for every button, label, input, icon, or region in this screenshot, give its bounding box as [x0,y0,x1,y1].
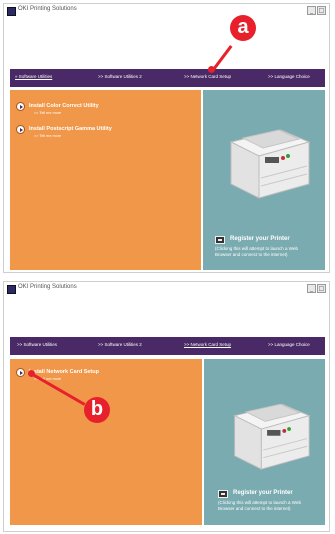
window-controls: _ □ [307,6,326,15]
window-controls: _ □ [307,284,326,293]
register-note: (Clicking this will attempt to launch a … [218,500,301,511]
screenshot-bottom: OKI Printing Solutions _ □ >> Software U… [3,281,330,532]
nav-network-card-setup[interactable]: >> Network Card Setup [184,74,231,79]
right-panel: Register your Printer (Clicking this wil… [203,90,325,270]
maximize-button[interactable]: □ [317,284,326,293]
callout-b: b [84,397,110,423]
printer-image [233,403,311,470]
arrow-bullet-icon [16,368,25,377]
nav-bar: » Software Utilities >> Software Utiliti… [10,69,325,87]
nav-network-card-setup[interactable]: >> Network Card Setup [184,342,231,347]
nav-software-utilities-2[interactable]: >> Software Utilities 2 [98,74,142,79]
left-panel: Install Network Card Setup >> Tell me mo… [10,359,202,525]
register-icon [215,236,225,244]
register-note: (Clicking this will attempt to launch a … [215,246,298,257]
screenshot-top: OKI Printing Solutions _ □ » Software Ut… [3,3,330,273]
maximize-button[interactable]: □ [317,6,326,15]
left-panel: Install Color Correct Utility >> Tell me… [10,90,201,270]
arrow-bullet-icon [16,102,25,111]
nav-language-choice[interactable]: >> Language Choice [268,74,310,79]
register-title[interactable]: Register your Printer [233,490,293,496]
window-title: OKI Printing Solutions [18,284,77,290]
nav-software-utilities[interactable]: » Software Utilities [15,74,52,79]
callout-a-dot [208,66,215,73]
item-label[interactable]: Install Network Card Setup [29,369,99,375]
app-icon [7,7,16,16]
item-label[interactable]: Install Postscript Gamma Utility [29,126,112,132]
minimize-button[interactable]: _ [307,284,316,293]
window-title: OKI Printing Solutions [18,6,77,12]
printer-image [229,129,311,199]
tell-me-more-link[interactable]: >> Tell me more [34,111,61,115]
register-title[interactable]: Register your Printer [230,236,290,242]
callout-a: a [230,15,256,41]
minimize-button[interactable]: _ [307,6,316,15]
right-panel: Register your Printer (Clicking this wil… [204,359,325,525]
nav-bar: >> Software Utilities >> Software Utilit… [10,337,325,355]
register-icon [218,490,228,498]
title-bar: OKI Printing Solutions _ □ [4,282,329,296]
nav-software-utilities-2[interactable]: >> Software Utilities 2 [98,342,142,347]
app-icon [7,285,16,294]
tell-me-more-link[interactable]: >> Tell me more [34,134,61,138]
arrow-bullet-icon [16,125,25,134]
item-label[interactable]: Install Color Correct Utility [29,103,99,109]
title-bar: OKI Printing Solutions _ □ [4,4,329,18]
nav-software-utilities[interactable]: >> Software Utilities [17,342,57,347]
nav-language-choice[interactable]: >> Language Choice [268,342,310,347]
